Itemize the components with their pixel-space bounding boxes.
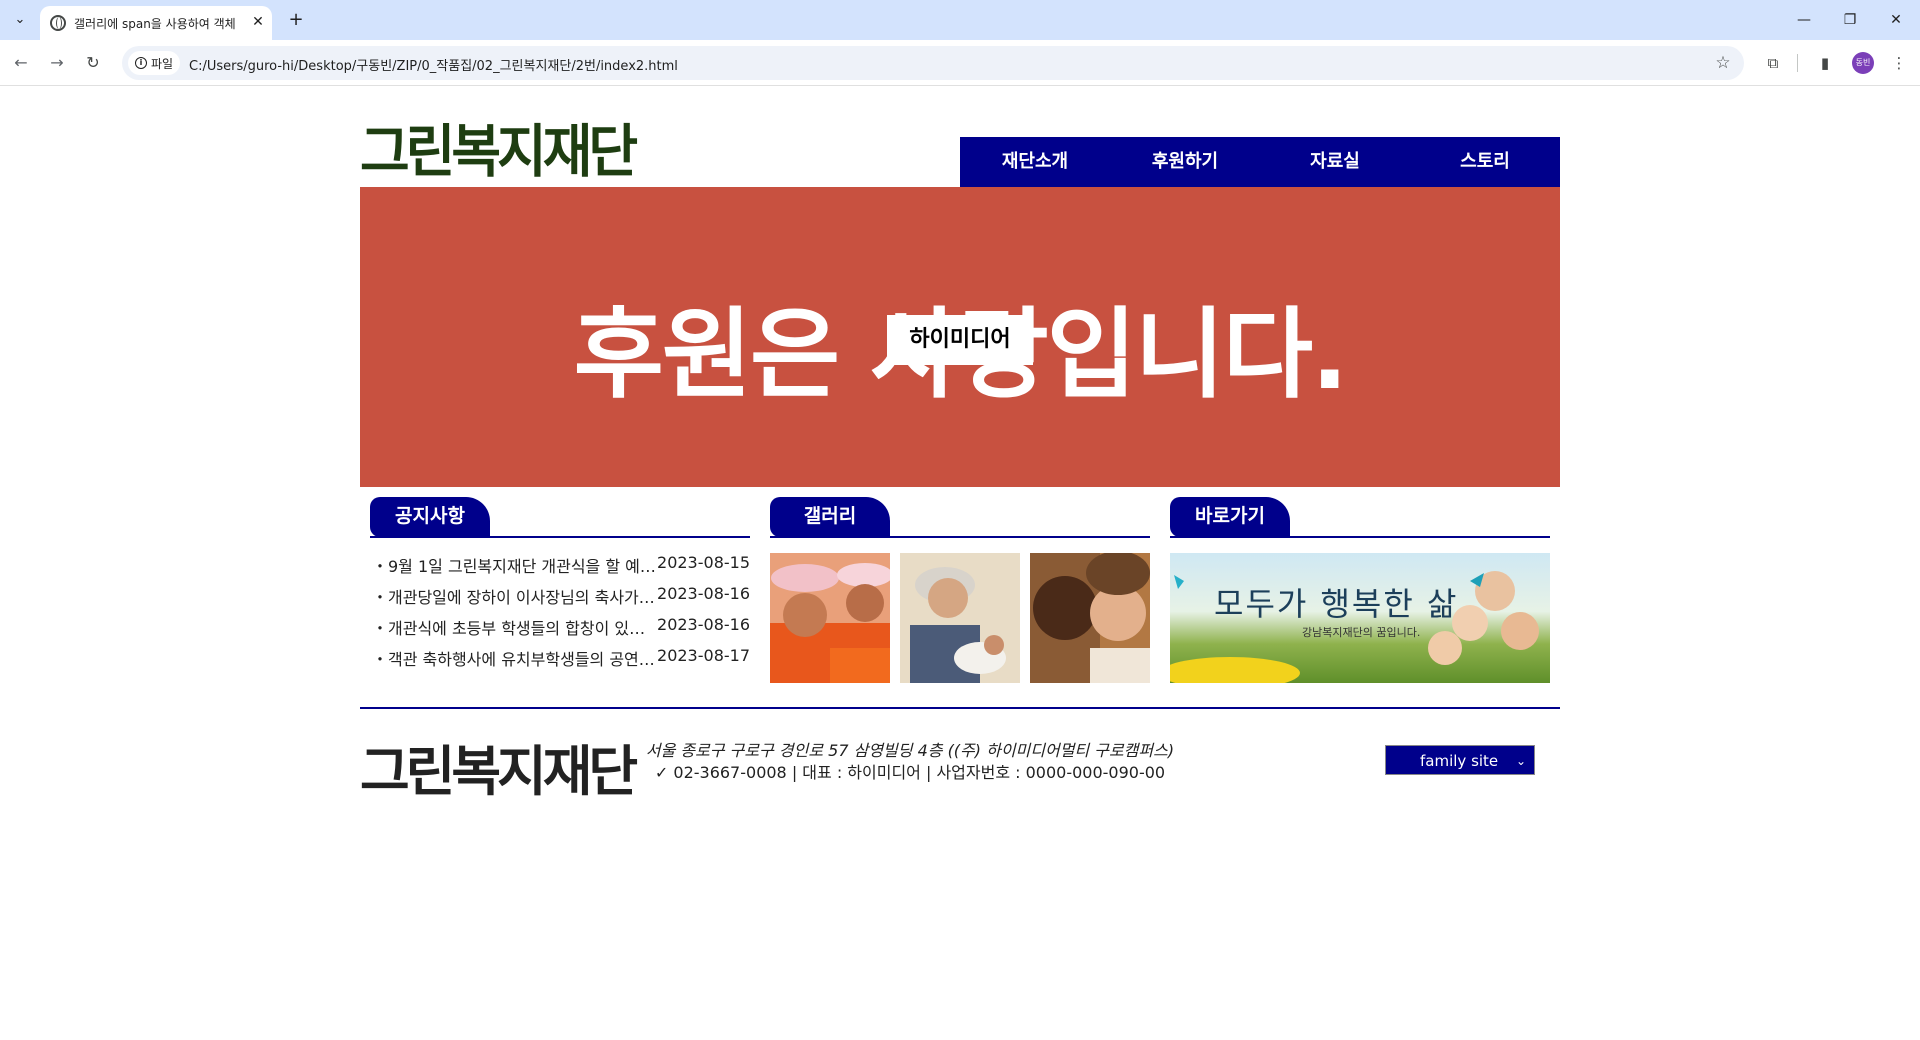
notice-date: 2023-08-16	[657, 584, 750, 603]
notice-title[interactable]: ・개관당일에 장하이 이사장님의 축사가 있겠습니다.	[372, 584, 657, 608]
hero-overlay-box: 하이미디어	[887, 315, 1033, 365]
profile-avatar[interactable]: 동빈	[1852, 52, 1874, 74]
address-bar[interactable]: i 파일 C:/Users/guro-hi/Desktop/구동빈/ZIP/0_…	[122, 46, 1744, 80]
toolbar-divider	[1797, 54, 1798, 72]
gallery-tab[interactable]: 갤러리	[770, 497, 890, 537]
restore-icon[interactable]: ❐	[1832, 6, 1868, 34]
nav-item-archive[interactable]: 자료실	[1260, 137, 1410, 187]
browser-tab-bar: ⌄ 갤러리에 span을 사용하여 객체 ✕ + — ❐ ✕	[0, 0, 1920, 40]
url-text[interactable]: C:/Users/guro-hi/Desktop/구동빈/ZIP/0_작품집/0…	[189, 55, 678, 74]
site-info-label: 파일	[151, 57, 174, 71]
notice-tab[interactable]: 공지사항	[370, 497, 490, 537]
site-footer: 그린복지재단 서울 종로구 구로구 경인로 57 삼영빌딩 4층 ((주) 하이…	[360, 707, 1560, 802]
chevron-down-icon: ⌄	[1515, 754, 1526, 768]
notice-date: 2023-08-17	[657, 646, 750, 665]
notice-title[interactable]: ・객관 축하행사에 유치부학생들의 공연이 있겠습니다.	[372, 646, 657, 670]
gallery-photo-mother-child[interactable]	[1030, 553, 1150, 683]
gallery-photo-children[interactable]	[770, 553, 890, 683]
gallery-section: 갤러리	[770, 497, 1150, 683]
notice-date: 2023-08-16	[657, 615, 750, 634]
notice-list: ・9월 1일 그린복지재단 개관식을 할 예정입니다. 2023-08-15 ・…	[370, 553, 750, 677]
more-menu-icon[interactable]: ⋮	[1886, 50, 1912, 76]
banner-title: 모두가 행복한 삶	[1214, 585, 1459, 623]
forward-icon[interactable]: →	[44, 50, 70, 76]
list-item[interactable]: ・객관 축하행사에 유치부학생들의 공연이 있겠습니다. 2023-08-17	[370, 646, 750, 677]
shortcut-banner[interactable]: 모두가 행복한 삶 강남복지재단의 꿈입니다.	[1170, 553, 1550, 683]
footer-address: 서울 종로구 구로구 경인로 57 삼영빌딩 4층 ((주) 하이미디어멀티 구…	[645, 741, 1175, 760]
hero-banner: 후원은 사랑입니다. 하이미디어	[360, 187, 1560, 487]
footer-contact-info: ✓ 02-3667-0008 | 대표 : 하이미디어 | 사업자번호 : 00…	[654, 763, 1166, 782]
family-site-label: family site	[1420, 752, 1499, 770]
list-item[interactable]: ・9월 1일 그린복지재단 개관식을 할 예정입니다. 2023-08-15	[370, 553, 750, 584]
extensions-icon[interactable]: ⧉	[1760, 50, 1786, 76]
reload-icon[interactable]: ↻	[80, 50, 106, 76]
shortcut-header: 바로가기	[1170, 497, 1550, 538]
gallery-photo-grandmother[interactable]	[900, 553, 1020, 683]
tab-close-icon[interactable]: ✕	[248, 12, 268, 32]
notice-title[interactable]: ・9월 1일 그린복지재단 개관식을 할 예정입니다.	[372, 553, 657, 577]
bookmark-star-icon[interactable]: ☆	[1712, 52, 1734, 74]
notice-date: 2023-08-15	[657, 553, 750, 572]
gallery-grid	[770, 553, 1150, 683]
shortcut-tab[interactable]: 바로가기	[1170, 497, 1290, 537]
notice-section: 공지사항 ・9월 1일 그린복지재단 개관식을 할 예정입니다. 2023-08…	[370, 497, 750, 669]
notice-title[interactable]: ・개관식에 초등부 학생들의 합창이 있겠습니다.	[372, 615, 657, 639]
browser-toolbar: ← → ↻ i 파일 C:/Users/guro-hi/Desktop/구동빈/…	[0, 40, 1920, 86]
globe-icon	[50, 15, 66, 31]
new-tab-icon[interactable]: +	[282, 8, 310, 32]
tab-title: 갤러리에 span을 사용하여 객체	[74, 17, 236, 31]
window-close-icon[interactable]: ✕	[1878, 6, 1914, 34]
minimize-icon[interactable]: —	[1786, 6, 1822, 34]
list-item[interactable]: ・개관식에 초등부 학생들의 합창이 있겠습니다. 2023-08-16	[370, 615, 750, 646]
shortcut-section: 바로가기 모두가 행복한 삶 강남복지재단의 꿈입니다.	[1170, 497, 1550, 683]
main-nav: 재단소개 후원하기 자료실 스토리	[960, 137, 1560, 187]
footer-logo: 그린복지재단	[360, 742, 638, 802]
nav-item-donate[interactable]: 후원하기	[1110, 137, 1260, 187]
nav-item-story[interactable]: 스토리	[1410, 137, 1560, 187]
tab-search-chevron-icon[interactable]: ⌄	[6, 8, 34, 32]
info-icon: i	[135, 57, 147, 69]
hero-overlay-label: 하이미디어	[909, 327, 1011, 352]
list-item[interactable]: ・개관당일에 장하이 이사장님의 축사가 있겠습니다. 2023-08-16	[370, 584, 750, 615]
browser-tab[interactable]: 갤러리에 span을 사용하여 객체 ✕	[40, 6, 272, 40]
family-site-select[interactable]: family site ⌄	[1385, 745, 1535, 775]
site-info-chip[interactable]: i 파일	[128, 51, 180, 75]
back-icon[interactable]: ←	[8, 50, 34, 76]
banner-subtitle: 강남복지재단의 꿈입니다.	[1302, 626, 1421, 639]
nav-item-about[interactable]: 재단소개	[960, 137, 1110, 187]
side-panel-icon[interactable]: ▮	[1812, 50, 1838, 76]
site-logo[interactable]: 그린복지재단	[360, 105, 638, 188]
notice-header: 공지사항	[370, 497, 750, 538]
gallery-header: 갤러리	[770, 497, 1150, 538]
